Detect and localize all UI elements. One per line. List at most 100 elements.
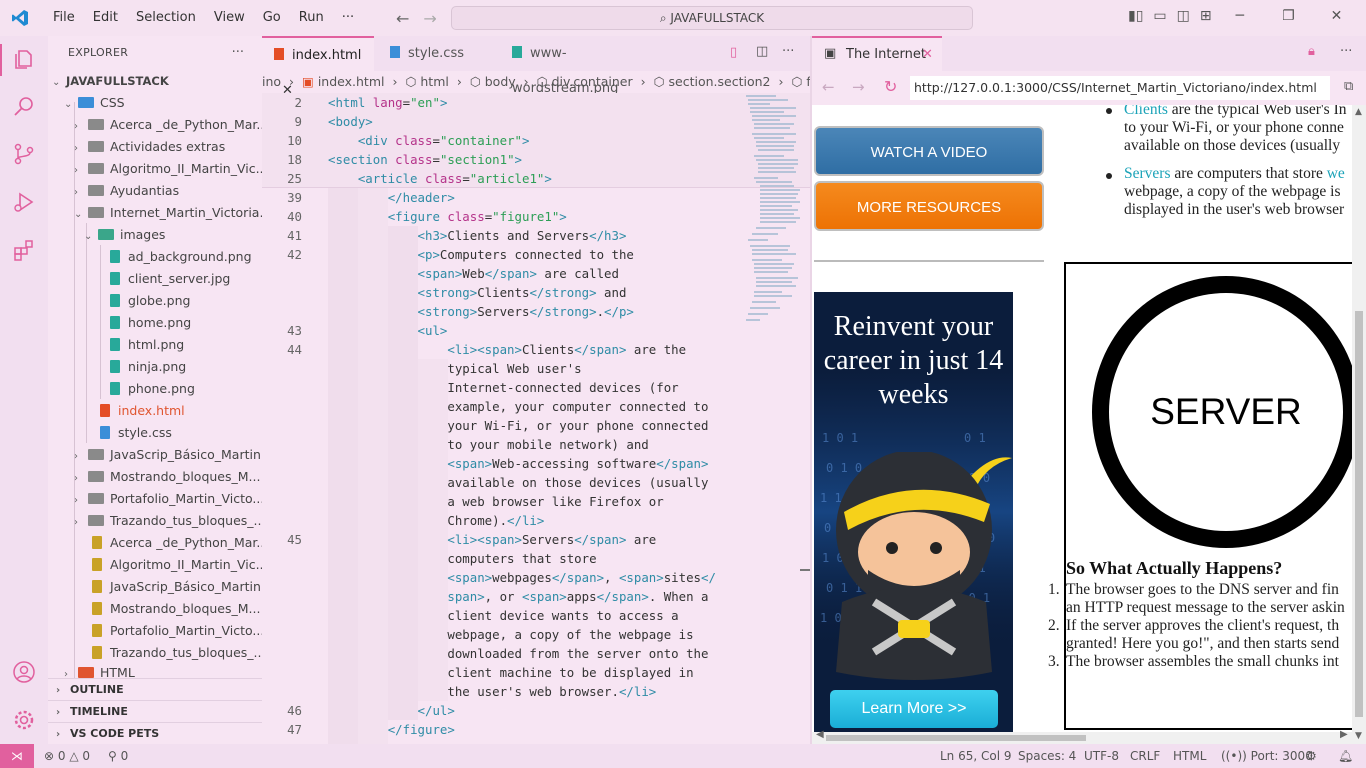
restore-icon[interactable]: ❐ — [1282, 8, 1295, 24]
tree-file-index-html[interactable]: index.html — [100, 400, 185, 422]
browser-horizontal-scrollbar[interactable]: ◀ ▶ — [812, 729, 1352, 744]
learn-more-button[interactable]: Learn More >> — [830, 690, 998, 728]
tab-style-css[interactable]: style.css — [378, 36, 496, 71]
tree-file[interactable]: Mostrando_bloques_M... — [92, 598, 260, 620]
tree-folder[interactable]: › Trazando_tus_bloques_... — [74, 510, 262, 532]
tree-file[interactable]: Acerca _de_Python_Mar... — [92, 532, 262, 554]
back-arrow-icon[interactable]: ← — [396, 9, 409, 28]
tree-folder[interactable]: › JavaScrip_Básico_Martin... — [74, 444, 262, 466]
url-input[interactable]: http://127.0.0.1:3000/CSS/Internet_Marti… — [910, 76, 1330, 100]
tree-file[interactable]: Portafolio_Martin_Victo... — [92, 620, 262, 642]
lock-icon[interactable]: 🔒︎ — [1308, 44, 1315, 59]
indentation[interactable]: Spaces: 4 — [1018, 744, 1076, 768]
menu-more[interactable]: ··· — [333, 0, 363, 36]
panel-more-actions[interactable]: ··· — [1340, 44, 1352, 59]
scroll-right-icon[interactable]: ▶ — [1340, 729, 1348, 740]
scroll-down-icon[interactable]: ▼ — [1355, 731, 1362, 741]
tab-index-html[interactable]: index.html ✕ — [262, 36, 374, 98]
scroll-up-icon[interactable]: ▲ — [1355, 107, 1362, 117]
menu-edit[interactable]: Edit — [84, 0, 127, 36]
breadcrumb-item[interactable]: body — [485, 74, 516, 89]
tree-folder-images[interactable]: ⌄ images — [84, 224, 165, 246]
toggle-secondary-sidebar-icon[interactable]: ◫ — [1177, 8, 1190, 24]
tree-file[interactable]: home.png — [110, 312, 191, 334]
close-tab-icon[interactable]: ✕ — [922, 38, 933, 71]
tree-folder[interactable]: › Algoritmo_II_Martin_Vic... — [74, 158, 262, 180]
tree-file[interactable]: Trazando_tus_bloques_... — [92, 642, 262, 664]
menu-file[interactable]: File — [44, 0, 84, 36]
minimap[interactable] — [744, 93, 800, 333]
encoding[interactable]: UTF-8 — [1084, 744, 1119, 768]
split-editor-icon[interactable]: ◫ — [756, 44, 768, 59]
outline-section[interactable]: › OUTLINE — [48, 678, 262, 700]
open-in-external-browser-icon[interactable]: ⧉ — [1344, 79, 1353, 94]
tree-file[interactable]: phone.png — [110, 378, 195, 400]
tree-folder[interactable]: › Acerca _de_Python_Mar... — [74, 114, 262, 136]
ports-indicator[interactable]: ⚲ 0 — [108, 744, 128, 768]
editor-more-actions[interactable]: ··· — [782, 44, 794, 59]
tab-wordstream-png[interactable]: www-wordstream.png — [500, 36, 670, 96]
forward-arrow-icon[interactable]: → — [423, 9, 436, 28]
customize-layout-icon[interactable]: ⊞ — [1200, 8, 1212, 24]
problems-indicator[interactable]: ⊗ 0 △ 0 — [44, 744, 90, 768]
close-icon[interactable]: ✕ — [1331, 8, 1343, 24]
tree-root-folder[interactable]: ⌄ JAVAFULLSTACK — [52, 70, 169, 92]
cursor-position[interactable]: Ln 65, Col 9 — [940, 744, 1012, 768]
scroll-left-icon[interactable]: ◀ — [816, 729, 824, 740]
menu-go[interactable]: Go — [254, 0, 290, 36]
accounts-icon[interactable] — [12, 660, 36, 684]
tree-file[interactable]: ninja.png — [110, 356, 186, 378]
toggle-sidebar-icon[interactable]: ▮▯ — [1128, 8, 1143, 24]
feedback-icon[interactable]: ⚙ — [1306, 744, 1317, 768]
more-resources-button[interactable]: MORE RESOURCES — [814, 181, 1044, 231]
toggle-panel-icon[interactable]: ▭ — [1153, 8, 1166, 24]
tab-the-internet[interactable]: ▣ The Internet ✕ — [812, 36, 942, 71]
tree-folder-css[interactable]: ⌄ CSS — [64, 92, 125, 114]
menu-run[interactable]: Run — [290, 0, 333, 36]
editor-vertical-scrollbar[interactable] — [800, 93, 810, 744]
end-of-line[interactable]: CRLF — [1130, 744, 1160, 768]
breadcrumb-item[interactable]: section.section2 — [669, 74, 771, 89]
tree-file[interactable]: client_server.jpg — [110, 268, 230, 290]
explorer-icon[interactable] — [12, 48, 36, 72]
tree-file[interactable]: html.png — [110, 334, 184, 356]
timeline-section[interactable]: › TIMELINE — [48, 700, 262, 722]
tree-file[interactable]: ad_background.png — [110, 246, 252, 268]
breadcrumb-item[interactable]: ino — [262, 74, 281, 89]
tree-file[interactable]: JavaScrip_Básico_Martin... — [92, 576, 262, 598]
tree-file[interactable]: globe.png — [110, 290, 190, 312]
breadcrumb-item[interactable]: index.html — [318, 74, 385, 89]
minimize-icon[interactable]: ─ — [1236, 8, 1244, 24]
source-control-icon[interactable] — [12, 142, 36, 166]
tree-folder[interactable]: › Actividades extras — [74, 136, 225, 158]
menu-selection[interactable]: Selection — [127, 0, 205, 36]
tree-folder[interactable]: › Portafolio_Martin_Victo... — [74, 488, 262, 510]
extensions-icon[interactable] — [12, 238, 36, 262]
back-arrow-icon[interactable]: ← — [822, 78, 835, 96]
command-center-search[interactable]: ⌕ JAVAFULLSTACK — [451, 6, 973, 30]
remote-indicator-icon[interactable]: ⋊ — [0, 744, 34, 768]
tree-file-style-css[interactable]: style.css — [100, 422, 172, 444]
tree-folder-html[interactable]: › HTML — [64, 666, 135, 678]
breadcrumb-item[interactable]: div.container — [552, 74, 633, 89]
code-editor[interactable]: 2 <html lang="en"> 9 <body> 10 <div class="c… — [262, 93, 810, 744]
language-mode[interactable]: HTML — [1173, 744, 1206, 768]
tree-folder[interactable]: › Mostrando_bloques_M... — [74, 466, 260, 488]
watch-video-button[interactable]: WATCH A VIDEO — [814, 126, 1044, 176]
explorer-more-actions[interactable]: ··· — [232, 36, 244, 70]
notifications-bell-icon[interactable]: 🔔︎ — [1338, 744, 1353, 768]
open-preview-icon[interactable]: ▯ — [730, 45, 737, 60]
forward-arrow-icon[interactable]: → — [852, 78, 865, 96]
search-icon[interactable] — [12, 94, 36, 118]
reload-icon[interactable]: ↻ — [884, 77, 897, 96]
run-debug-icon[interactable] — [12, 190, 36, 214]
tree-folder[interactable]: › Ayudantias — [74, 180, 179, 202]
tree-file[interactable]: Algoritmo_II_Martin_Vic... — [92, 554, 262, 576]
vscode-pets-section[interactable]: › VS CODE PETS — [48, 722, 262, 744]
ad-banner[interactable]: 1 0 10 1 0 1 01 0 0 1 1 00 1 0 0 11 1 0 … — [814, 292, 1013, 732]
browser-vertical-scrollbar[interactable]: ▲ ▼ — [1352, 105, 1366, 744]
breadcrumb-item[interactable]: html — [420, 74, 448, 89]
settings-gear-icon[interactable] — [12, 708, 36, 732]
tree-folder-open[interactable]: ⌄ Internet_Martin_Victoria... — [74, 202, 262, 224]
live-server-port[interactable]: ((•)) Port: 3000 — [1221, 744, 1313, 768]
